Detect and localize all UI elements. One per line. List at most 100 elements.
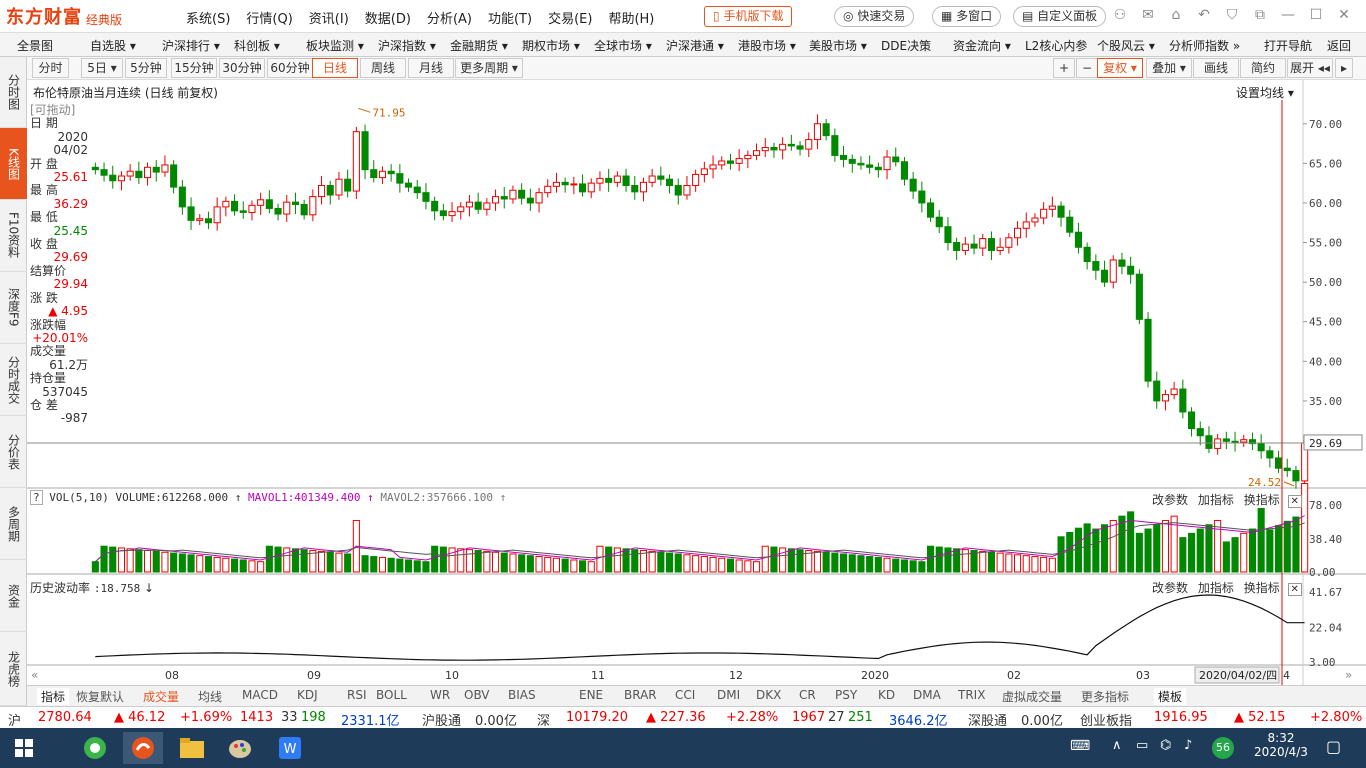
nav-global[interactable]: 全球市场 ▾	[594, 37, 652, 54]
nav-panorama[interactable]: 全景图	[17, 37, 53, 54]
nav-connect[interactable]: 沪深港通 ▾	[666, 37, 724, 54]
nav-watchlist[interactable]: 自选股 ▾	[90, 37, 136, 54]
vol-add-indicator-button[interactable]: 加指标	[1198, 493, 1234, 507]
close-icon[interactable]: ✕	[1330, 7, 1358, 23]
chevron-up-icon[interactable]: ∧	[1112, 738, 1122, 753]
folder-app-icon[interactable]	[172, 732, 212, 764]
restore-icon[interactable]: ⧉	[1246, 7, 1274, 23]
nav-dde[interactable]: DDE决策	[881, 37, 931, 54]
indicator-tab-3[interactable]: 均线	[198, 688, 222, 705]
sh-index[interactable]: 2780.64	[38, 710, 92, 725]
indicator-tab-13[interactable]: CCI	[675, 688, 695, 702]
period-weekly[interactable]: 周线	[360, 58, 406, 78]
start-icon[interactable]	[4, 732, 44, 764]
nav-futures[interactable]: 金融期货 ▾	[450, 37, 508, 54]
indicator-tab-2[interactable]: 成交量	[143, 688, 179, 705]
nav-index[interactable]: 沪深指数 ▾	[378, 37, 436, 54]
clock[interactable]: 8:32 2020/4/3	[1251, 731, 1311, 759]
action-center-icon[interactable]: ▢	[1326, 737, 1341, 756]
nav-analyst[interactable]: 分析师指数 »	[1169, 37, 1240, 54]
quick-trade-button[interactable]: ◎ 快速交易	[834, 6, 915, 27]
period-intraday[interactable]: 分时	[32, 58, 69, 78]
side-tab-depth[interactable]: 深度F9	[0, 272, 27, 344]
ma-setting-button[interactable]: 设置均线 ▾	[1236, 84, 1294, 101]
indicator-tab-16[interactable]: CR	[799, 688, 816, 702]
period-5day[interactable]: 5日 ▾	[81, 58, 123, 78]
indicator-tab-15[interactable]: DKX	[756, 688, 781, 702]
nav-back[interactable]: 返回	[1327, 37, 1351, 54]
nav-us[interactable]: 美股市场 ▾	[809, 37, 867, 54]
nav-star-market[interactable]: 科创板 ▾	[234, 37, 280, 54]
menu-info[interactable]: 资讯(I)	[309, 8, 349, 27]
collapse-icon[interactable]: ▸	[1335, 58, 1353, 78]
indicator-tab-0[interactable]: 指标	[37, 688, 70, 705]
battery-icon[interactable]: ▭	[1136, 738, 1148, 753]
menu-data[interactable]: 数据(D)	[365, 8, 411, 27]
nav-options[interactable]: 期权市场 ▾	[522, 37, 580, 54]
period-more[interactable]: 更多周期 ▾	[455, 58, 523, 78]
side-tab-dragon-tiger[interactable]: 龙虎榜	[0, 632, 27, 706]
nav-flow[interactable]: 资金流向 ▾	[953, 37, 1011, 54]
indicator-tab-20[interactable]: TRIX	[958, 688, 985, 702]
period-30min[interactable]: 30分钟	[219, 58, 265, 78]
nav-open-nav[interactable]: 打开导航	[1264, 37, 1312, 54]
indicator-tab-21[interactable]: 虚拟成交量	[1002, 688, 1062, 705]
indicator-tab-8[interactable]: WR	[430, 688, 450, 702]
indicator-tab-12[interactable]: BRAR	[624, 688, 657, 702]
nav-ranking[interactable]: 沪深排行 ▾	[162, 37, 220, 54]
hv-edit-params-button[interactable]: 改参数	[1152, 581, 1188, 595]
wps-app-icon[interactable]: W	[270, 732, 310, 764]
zoom-in-button[interactable]: +	[1053, 58, 1075, 78]
minimize-icon[interactable]: —	[1274, 7, 1302, 23]
indicator-tab-18[interactable]: KD	[878, 688, 895, 702]
eastmoney-app-icon[interactable]	[123, 732, 163, 764]
browser-app-icon[interactable]	[75, 732, 115, 764]
user-icon[interactable]: ⚇	[1106, 7, 1134, 23]
zoom-out-button[interactable]: −	[1076, 58, 1098, 78]
side-tab-multi-period[interactable]: 多周期	[0, 488, 27, 560]
indicator-tab-7[interactable]: BOLL	[376, 688, 407, 702]
mobile-download-button[interactable]: ▯ 手机版下载	[704, 6, 793, 27]
indicator-tab-17[interactable]: PSY	[835, 688, 857, 702]
hv-add-indicator-button[interactable]: 加指标	[1198, 581, 1234, 595]
expand-button[interactable]: 展开 ◂◂	[1287, 58, 1333, 78]
multi-window-button[interactable]: ▦ 多窗口	[932, 6, 1002, 27]
nav-sector[interactable]: 板块监测 ▾	[306, 37, 364, 54]
network-icon[interactable]: ⌬	[1160, 738, 1171, 753]
indicator-tab-6[interactable]: RSI	[347, 688, 367, 702]
indicator-tab-23[interactable]: 模板	[1154, 688, 1187, 705]
indicator-tab-10[interactable]: BIAS	[508, 688, 536, 702]
nav-stock-news[interactable]: 个股风云 ▾	[1097, 37, 1155, 54]
period-monthly[interactable]: 月线	[408, 58, 454, 78]
adjust-dropdown[interactable]: 复权 ▾	[1097, 58, 1143, 78]
close-icon[interactable]: ✕	[1287, 583, 1302, 596]
keyboard-icon[interactable]: ⌨	[1070, 738, 1090, 754]
indicator-tab-19[interactable]: DMA	[913, 688, 941, 702]
custom-panel-button[interactable]: ▤ 自定义面板	[1013, 6, 1107, 27]
back-icon[interactable]: ↶	[1190, 7, 1218, 23]
simple-button[interactable]: 简约	[1240, 58, 1286, 78]
menu-trade[interactable]: 交易(E)	[548, 8, 592, 27]
period-15min[interactable]: 15分钟	[171, 58, 217, 78]
overlay-dropdown[interactable]: 叠加 ▾	[1146, 58, 1192, 78]
vol-change-indicator-button[interactable]: 换指标	[1244, 493, 1280, 507]
period-daily[interactable]: 日线	[312, 58, 358, 78]
period-5min[interactable]: 5分钟	[125, 58, 167, 78]
indicator-tab-11[interactable]: ENE	[579, 688, 603, 702]
indicator-tab-9[interactable]: OBV	[464, 688, 490, 702]
maximize-icon[interactable]: ☐	[1302, 7, 1330, 23]
volume-icon[interactable]: ♪	[1184, 738, 1192, 753]
hv-change-indicator-button[interactable]: 换指标	[1244, 581, 1280, 595]
menu-help[interactable]: 帮助(H)	[608, 8, 654, 27]
mail-icon[interactable]: ✉	[1134, 7, 1162, 23]
side-tab-kline[interactable]: K线图	[0, 128, 27, 200]
menu-system[interactable]: 系统(S)	[186, 8, 230, 27]
notification-badge[interactable]: 56	[1212, 737, 1234, 759]
indicator-tab-5[interactable]: KDJ	[297, 688, 318, 702]
side-tab-intraday[interactable]: 分时图	[0, 57, 27, 128]
close-icon[interactable]: ✕	[1287, 495, 1302, 508]
paint-app-icon[interactable]	[220, 732, 260, 764]
help-icon[interactable]: ?	[30, 490, 43, 505]
side-tab-price-table[interactable]: 分价表	[0, 416, 27, 488]
indicator-tab-4[interactable]: MACD	[242, 688, 278, 702]
